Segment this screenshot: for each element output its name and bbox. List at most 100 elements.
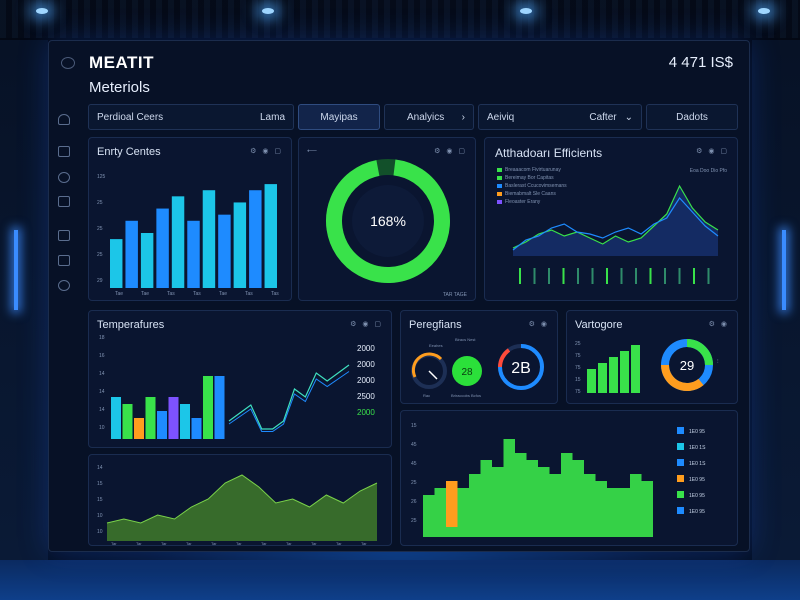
y-tick-label: 75 <box>575 389 581 395</box>
y-tick-label: 25 <box>97 200 103 206</box>
bar <box>191 418 202 439</box>
tick-bar <box>533 268 536 284</box>
main-bars-panel: 15 45 45 25 26 25 1E0 95 1E0 1S 1E0 1S 1E0 95 1E0 … <box>400 410 738 546</box>
bar <box>180 404 190 439</box>
tick-bar <box>635 268 637 284</box>
right-tick-label: 2000 <box>357 344 375 353</box>
tick-bar <box>519 268 521 284</box>
y-tick-label: 25 <box>575 341 581 347</box>
tick-bar <box>664 268 666 284</box>
y-tick-label: 75 <box>575 365 581 371</box>
bar <box>203 376 213 439</box>
efficients-line-chart <box>512 184 719 284</box>
y-tick-label: 25 <box>97 226 103 232</box>
x-tick-label: Tar <box>211 541 217 546</box>
x-tick-label: Tas <box>271 291 279 297</box>
ceiling-light <box>758 8 770 14</box>
tick-bar <box>707 268 710 284</box>
flag-icon[interactable] <box>58 255 70 266</box>
progress-ring-value: 2B <box>511 360 531 377</box>
green-badge-value: 28 <box>461 367 473 378</box>
mail-icon[interactable] <box>58 230 70 241</box>
legend-label: 1E0 95 <box>689 477 705 483</box>
bar <box>233 202 247 288</box>
bar <box>492 467 504 537</box>
x-tick-label: Tar <box>336 541 342 546</box>
y-tick-label: 14 <box>99 407 105 413</box>
y-tick-label: 10 <box>97 513 103 519</box>
tick-bar <box>620 268 623 284</box>
inbox-icon[interactable] <box>58 196 70 207</box>
y-tick-label: 45 <box>411 442 417 448</box>
right-server-pillar <box>752 40 800 560</box>
footer-left: Rac <box>423 393 430 398</box>
speed-dial-arc <box>411 352 443 378</box>
bar <box>110 239 123 288</box>
y-tick-label: 25 <box>411 518 417 524</box>
x-tick-label: Tas <box>167 291 175 297</box>
bar <box>641 481 653 537</box>
tab-mayipas[interactable]: Mayipas <box>298 104 380 130</box>
y-tick-label: 10 <box>97 529 103 535</box>
y-tick-label: 15 <box>97 497 103 503</box>
legend-label: 1E0 1S <box>689 461 706 467</box>
page-subtitle: Meteriols <box>89 79 150 96</box>
ceiling-light <box>36 8 48 14</box>
tick-bar <box>678 268 681 284</box>
series-line <box>228 371 350 432</box>
y-tick-label: 125 <box>97 174 106 180</box>
home-icon[interactable] <box>58 114 70 125</box>
y-tick-label: 14 <box>99 371 105 377</box>
tab-perdioal-ceers[interactable]: Perdioal Ceers Lama <box>88 104 294 130</box>
tab-analyics[interactable]: Analyics › <box>384 104 474 130</box>
bar <box>171 196 185 288</box>
y-tick-label: 18 <box>99 335 105 341</box>
chevron-right-icon: › <box>461 111 465 123</box>
x-tick-label: Tar <box>111 541 117 546</box>
bar <box>526 460 538 537</box>
tab-bar: Perdioal Ceers Lama Mayipas Analyics › A… <box>88 104 738 132</box>
folder-icon[interactable] <box>58 146 70 157</box>
right-tick-label: 2000 <box>357 376 375 385</box>
x-tick-label: Tar <box>261 541 267 546</box>
bar <box>187 220 200 288</box>
bar-highlight <box>446 481 458 527</box>
link-icon[interactable] <box>58 280 70 291</box>
gauge-ring: 168% TAR TAGE <box>326 159 468 298</box>
background-room: MEATIT Meteriols 4 471 IS$ Perdioal Ceer… <box>0 0 800 600</box>
x-tick-label: Tas <box>193 291 201 297</box>
left-server-pillar <box>0 40 48 560</box>
tab-dadots[interactable]: Dadots <box>646 104 738 130</box>
bar <box>457 488 469 537</box>
x-tick-label: Tar <box>161 541 167 546</box>
legend-label: 1E0 95 <box>689 493 705 499</box>
y-tick-label: 15 <box>97 481 103 487</box>
tick-bar <box>693 268 695 284</box>
dial-label: Eeahes <box>429 343 443 348</box>
y-tick-label: 29 <box>97 278 103 284</box>
bar <box>125 220 138 288</box>
series-line <box>228 364 350 430</box>
bar <box>434 488 446 537</box>
tab-aeiviq[interactable]: Aeiviq Cafter ⌄ <box>478 104 642 130</box>
chevron-down-icon: ⌄ <box>624 111 633 123</box>
bar <box>122 404 133 439</box>
main-bar-chart: 15 45 45 25 26 25 1E0 95 1E0 1S 1E0 1S 1E0 95 1E0 … <box>411 423 706 537</box>
footer-right: Briraccobs Bcfos <box>451 393 481 398</box>
bar <box>515 453 527 537</box>
gauge-footer: TAR TAGE <box>443 292 468 298</box>
area-chart-panel: 14 15 15 10 10 Tar Tar Tar Tar Tar Tar Tar Tar Tar Tar… <box>88 454 392 546</box>
tab-label: Analyics <box>407 111 445 123</box>
x-tick-label: Tar <box>311 541 317 546</box>
tab-label: Aeiviq <box>487 111 515 123</box>
tick-bar <box>606 268 608 284</box>
globe-icon[interactable] <box>58 172 70 183</box>
bar <box>140 233 154 288</box>
right-tick-label: 2000 <box>357 360 375 369</box>
bar <box>503 439 515 537</box>
legend-swatch <box>677 475 684 482</box>
tab-right-label: Lama <box>259 111 285 123</box>
y-tick-label: 26 <box>411 499 417 505</box>
bar <box>630 474 642 537</box>
bar <box>620 351 629 393</box>
